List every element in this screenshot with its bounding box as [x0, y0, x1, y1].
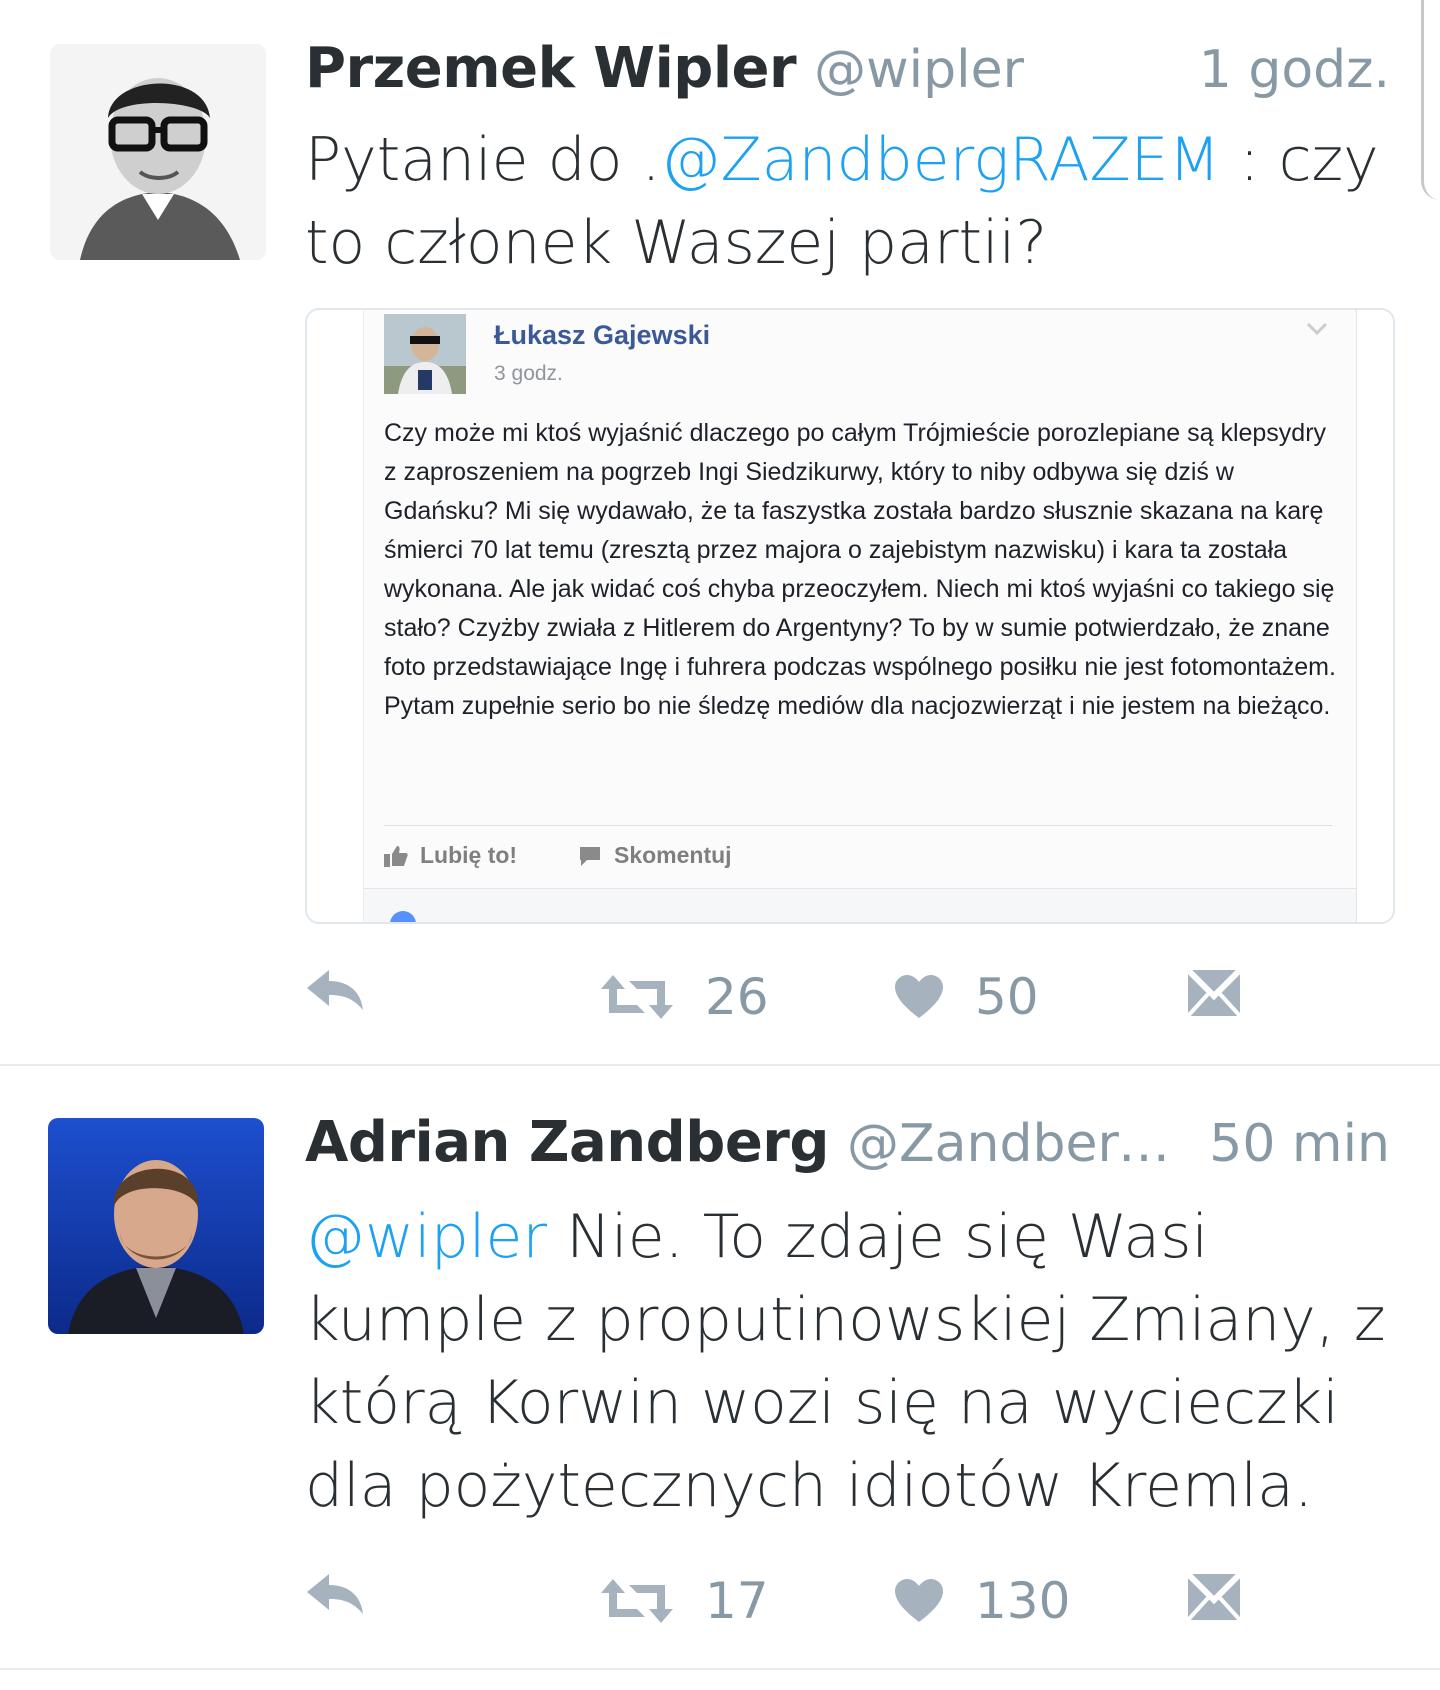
fb-comment-label: Skomentuj — [614, 842, 732, 868]
retweet-count: 26 — [705, 968, 769, 1026]
reply-button[interactable] — [305, 1572, 365, 1616]
text-prefix: Pytanie do . — [305, 125, 661, 195]
comment-icon — [580, 846, 600, 866]
direct-message-button[interactable] — [1186, 968, 1242, 1018]
author-name[interactable]: Przemek Wipler — [305, 36, 797, 101]
direct-message-button[interactable] — [1186, 1572, 1242, 1622]
tweet-actions: 17 130 — [305, 1572, 1265, 1632]
author-handle[interactable]: @ZandbergRA… — [847, 1114, 1185, 1174]
tweet-time[interactable]: 1 godz. — [1199, 40, 1390, 100]
author-handle[interactable]: @wipler — [814, 40, 1175, 100]
tweet-wipler[interactable]: Przemek Wipler @wipler 1 godz. Pytanie d… — [0, 0, 1440, 1064]
fb-author-avatar — [384, 314, 466, 394]
heart-icon — [895, 975, 943, 1018]
tweet-text: @wipler Nie. To zdaje się Wasi kumple z … — [305, 1196, 1390, 1528]
reaction-icon — [390, 911, 416, 922]
reply-icon — [307, 970, 363, 1010]
fb-paragraph-1: Czy może mi ktoś wyjaśnić dlaczego po ca… — [384, 419, 1336, 681]
thumbs-up-icon — [384, 845, 408, 867]
heart-icon — [895, 1579, 943, 1622]
like-count: 50 — [975, 968, 1039, 1026]
like-button[interactable]: 130 — [893, 1572, 1070, 1630]
like-button[interactable]: 50 — [893, 968, 1039, 1026]
fb-paragraph-2: Pytam zupełnie serio bo nie śledzę medió… — [384, 692, 1331, 720]
like-count: 130 — [975, 1572, 1071, 1630]
embedded-media-card[interactable]: Łukasz Gajewski 3 godz. Czy może mi ktoś… — [305, 308, 1395, 924]
retweet-count: 17 — [705, 1572, 769, 1630]
retweet-button[interactable]: 26 — [599, 968, 769, 1026]
tweet-actions: 26 50 — [305, 968, 1265, 1028]
envelope-icon — [1186, 968, 1242, 1018]
avatar-zandberg[interactable] — [48, 1118, 264, 1334]
retweet-icon — [601, 975, 673, 1019]
fb-post-time: 3 godz. — [494, 362, 563, 385]
mention-link[interactable]: @ZandbergRAZEM — [661, 125, 1221, 195]
reply-icon — [307, 1574, 363, 1614]
fb-author-name: Łukasz Gajewski — [494, 320, 711, 350]
tweet-text: Pytanie do .@ZandbergRAZEM : czy to czło… — [305, 119, 1390, 285]
avatar-wipler[interactable] — [50, 44, 266, 260]
envelope-icon — [1186, 1572, 1242, 1622]
tweet-divider — [0, 1668, 1440, 1670]
fb-post-text: Czy może mi ktoś wyjaśnić dlaczego po ca… — [384, 414, 1344, 726]
tweet-header: Przemek Wipler @wipler 1 godz. — [305, 36, 1390, 101]
retweet-icon — [601, 1579, 673, 1623]
author-name[interactable]: Adrian Zandberg — [305, 1110, 830, 1175]
fb-reactions-bar — [364, 888, 1356, 922]
fb-like-action: Lubię to! — [384, 842, 517, 869]
tweet-zandberg[interactable]: Adrian Zandberg @ZandbergRA… 50 min @wip… — [0, 1066, 1440, 1666]
fb-comment-action: Skomentuj — [578, 842, 732, 869]
divider — [384, 825, 1332, 826]
fb-post: Łukasz Gajewski 3 godz. Czy może mi ktoś… — [363, 310, 1357, 922]
retweet-button[interactable]: 17 — [599, 1572, 769, 1630]
fb-like-label: Lubię to! — [420, 842, 518, 868]
chevron-down-icon — [1306, 322, 1328, 336]
mention-link[interactable]: @wipler — [305, 1202, 547, 1272]
reply-button[interactable] — [305, 968, 365, 1012]
tweet-time[interactable]: 50 min — [1209, 1114, 1390, 1174]
tweet-header: Adrian Zandberg @ZandbergRA… 50 min — [305, 1110, 1390, 1175]
